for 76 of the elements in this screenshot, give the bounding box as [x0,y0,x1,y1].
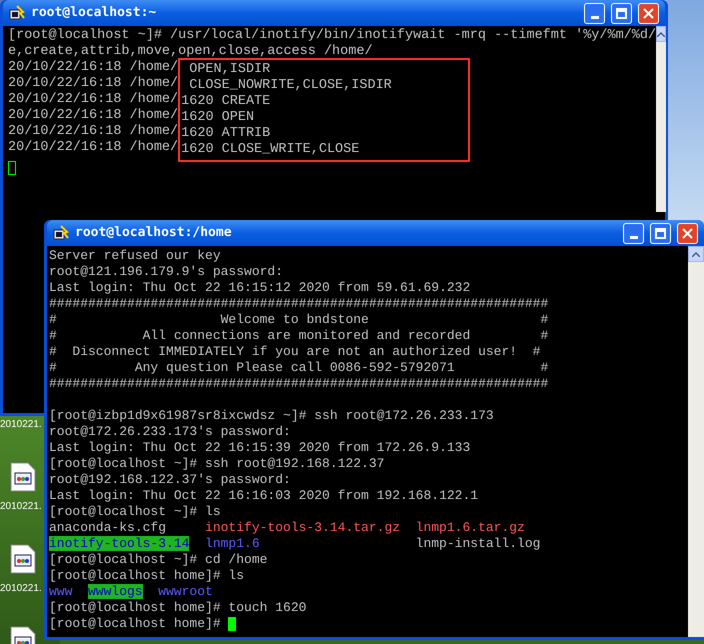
terminal-text: # Welcome to bndstone # [49,312,548,328]
file-name: wwwlogs [88,584,143,599]
terminal-text: [root@localhost ~]# cd /home [49,552,268,568]
file-name: 1620 [181,142,214,158]
terminal-text: 20/10/22/16:18 /home/ [8,92,178,107]
file-name: lnmp1.6.tar.gz [416,520,525,535]
close-icon [643,8,654,18]
terminal-text: ################################################################ [49,376,548,392]
terminal-text: 20/10/22/16:18 /home/ [8,60,178,75]
terminal-text: Last login: Thu Oct 22 16:15:12 2020 from 59.61.69.232 [49,280,470,296]
event-name: ATTRIB [222,126,270,142]
file-name: 1620 [181,126,214,142]
terminal-text: [root@localhost ~]# ls [49,504,221,520]
minimize-icon [590,16,598,18]
terminal-text: [root@localhost home]# touch 1620 [49,600,306,616]
terminal-text: [root@localhost home]# [49,616,222,632]
scroll-up-button[interactable] [656,26,666,42]
file-name: 1620 [181,110,214,126]
window-title: root@localhost:~ [31,4,158,22]
document-icon[interactable] [10,462,36,492]
close-button[interactable] [677,222,698,244]
terminal-text: lnmp-install.log [416,536,540,551]
terminal-app-icon [9,5,25,21]
scroll-up-button[interactable] [688,246,704,262]
maximize-button[interactable] [650,222,671,244]
terminal-text: # Any question Please call 0086-592-5792071 # [49,360,548,376]
terminal-text: Last login: Thu Oct 22 16:15:39 2020 from 172.26.9.133 [49,440,470,456]
document-icon[interactable] [10,544,36,574]
close-icon [682,228,693,238]
close-button[interactable] [638,2,659,24]
terminal-text: Server refused our key [49,248,221,264]
icon-label[interactable]: 2010221. [0,500,42,514]
minimize-button[interactable] [584,2,605,24]
scrollbar[interactable] [656,26,666,212]
terminal-app-icon [53,225,69,241]
file-name: www [49,584,72,599]
maximize-button[interactable] [611,2,632,24]
icon-label[interactable]: 2010221. [0,418,42,432]
icon-label[interactable]: 2010221. [0,582,42,596]
terminal-text: # Disconnect IMMEDIATELY if you are not an authorized user! # [49,344,540,360]
terminal-text: anaconda-ks.cfg [49,520,166,535]
caret-up-icon [692,252,700,256]
terminal-text: e,create,attrib,move,open,close,access /home/ [8,44,373,60]
cursor [8,161,16,175]
terminal-text: 20/10/22/16:18 /home/ [8,124,178,139]
terminal-text: [root@izbp1d9x61987sr8ixcwdsz ~]# ssh root@172.26.233.173 [49,408,494,424]
terminal-text: 20/10/22/16:18 /home/ [8,140,178,155]
terminal-text: 20/10/22/16:18 /home/ [8,108,178,123]
terminal-text: root@121.196.179.9's password: [49,264,284,280]
event-name: CLOSE_NOWRITE,CLOSE,ISDIR [189,78,392,94]
event-name: CLOSE_WRITE,CLOSE [222,142,360,158]
file-name: inotify-tools-3.14.tar.gz [205,520,400,535]
file-name: wwwroot [158,584,213,599]
event-name: CREATE [222,94,270,110]
terminal-text: [root@localhost ~]# /usr/local/inotify/bin/inotifywait -mrq --timefmt '%y/%m/%d/ [8,28,656,44]
window-title: root@localhost:/home [75,224,233,242]
terminal-text: ################################################################ [49,296,548,312]
maximize-icon [616,8,627,18]
terminal-text: # All connections are monitored and recorded # [49,328,548,344]
event-name: OPEN [222,110,254,126]
file-name: lnmp1.6 [205,536,260,551]
file-name: inotify-tools-3.14 [49,536,190,551]
minimize-icon [630,236,638,238]
terminal-text: 20/10/22/16:18 /home/ [8,76,178,91]
terminal-text: root@172.26.233.173's password: [49,424,291,440]
file-name: 1620 [181,94,214,110]
cursor [228,617,236,631]
event-name: OPEN,ISDIR [189,62,270,78]
maximize-icon [655,228,666,238]
terminal-text: [root@localhost home]# ls [49,568,244,584]
caret-up-icon [657,32,666,36]
minimize-button[interactable] [623,222,644,244]
scrollbar[interactable] [688,246,704,637]
terminal-text: Last login: Thu Oct 22 16:16:03 2020 from 192.168.122.1 [49,488,478,504]
terminal-text: [root@localhost ~]# ssh root@192.168.122.37 [49,456,384,472]
terminal-text: root@192.168.122.37's password: [49,472,291,488]
